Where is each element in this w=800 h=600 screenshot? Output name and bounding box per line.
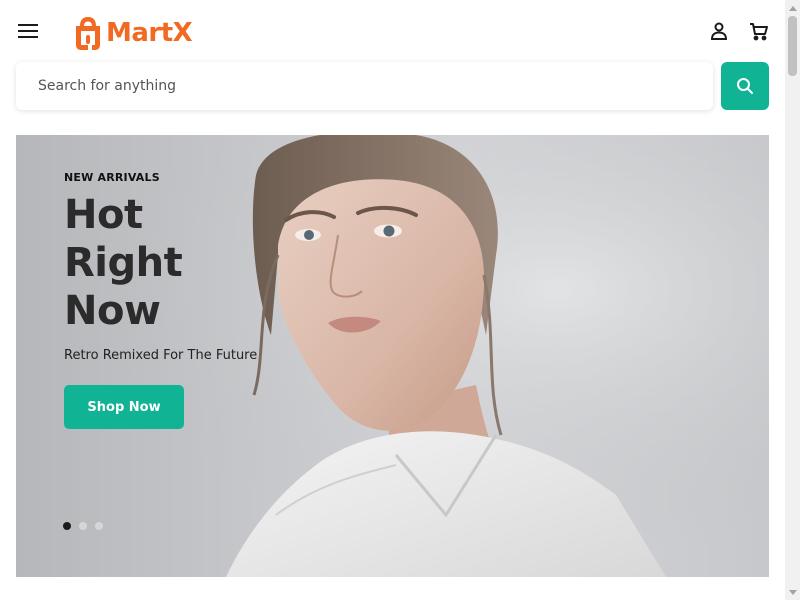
hero-title-line: Now [64, 288, 161, 334]
hero-banner: NEW ARRIVALS Hot Right Now Retro Remixed… [16, 135, 769, 577]
search-button[interactable] [721, 62, 769, 110]
shop-now-button[interactable]: Shop Now [64, 385, 184, 429]
hero-subtitle: Retro Remixed For The Future [64, 348, 258, 363]
page: MartX Search for anything NEW ARRIVALS H… [0, 0, 785, 600]
shopping-bag-logo-icon [76, 17, 100, 50]
cart-icon[interactable] [747, 19, 771, 43]
search-box [16, 62, 713, 110]
vertical-scrollbar[interactable] [785, 0, 800, 600]
search-icon [737, 78, 753, 94]
hero-title-line: Hot [64, 192, 143, 238]
site-header: MartX [0, 0, 785, 62]
scroll-up-arrow-icon[interactable] [785, 0, 800, 15]
site-logo[interactable]: MartX [74, 14, 193, 52]
hero-title: Hot Right Now [64, 191, 284, 335]
scrollbar-thumb[interactable] [788, 16, 797, 76]
logo-text: MartX [106, 18, 193, 48]
slider-pagination [63, 522, 103, 530]
user-icon[interactable] [707, 19, 731, 43]
slider-dot[interactable] [79, 522, 87, 530]
scroll-down-arrow-icon[interactable] [785, 585, 800, 600]
hero-title-line: Right [64, 240, 183, 286]
hero-eyebrow: NEW ARRIVALS [64, 171, 160, 184]
slider-dot[interactable] [95, 522, 103, 530]
search-input[interactable] [16, 62, 713, 110]
slider-dot[interactable] [63, 522, 71, 530]
hamburger-menu-icon[interactable] [16, 19, 40, 43]
